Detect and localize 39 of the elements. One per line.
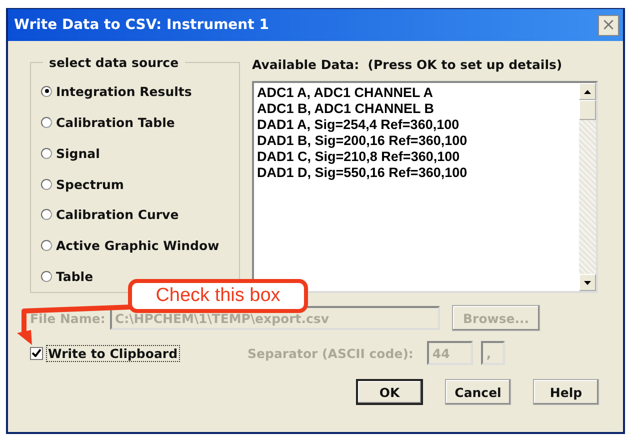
callout-label: Check this box	[128, 279, 308, 313]
radio-button[interactable]	[41, 178, 52, 190]
dialog-button[interactable]: Help	[533, 379, 599, 405]
scroll-thumb[interactable]	[579, 100, 596, 120]
scroll-down-button[interactable]	[579, 274, 596, 291]
radio-button[interactable]	[41, 240, 52, 252]
radio-label[interactable]: Signal	[56, 146, 100, 161]
list-item[interactable]: ADC1 A, ADC1 CHANNEL A	[257, 85, 576, 101]
list-item[interactable]: ADC1 B, ADC1 CHANNEL B	[257, 101, 576, 117]
radio-label[interactable]: Spectrum	[56, 176, 124, 192]
list-item[interactable]: DAD1 C, Sig=210,8 Ref=360,100	[257, 149, 576, 165]
radio-label[interactable]: Table	[56, 269, 94, 284]
up-arrow-icon	[584, 90, 591, 94]
available-data-label: Available Data: (Press OK to set up details)	[252, 57, 564, 72]
list-item[interactable]: DAD1 B, Sig=200,16 Ref=360,100	[257, 133, 576, 149]
radio-button[interactable]	[41, 116, 52, 128]
radio-label[interactable]: Active Graphic Window	[56, 238, 220, 254]
dialog-button[interactable]: OK	[356, 379, 423, 405]
separator-label: Separator (ASCII code):	[248, 346, 414, 360]
window-title: Write Data to CSV: Instrument 1	[14, 17, 269, 33]
radio-label[interactable]: Calibration Curve	[56, 207, 179, 222]
down-arrow-icon	[584, 280, 591, 284]
file-name-label: File Name:	[30, 310, 106, 326]
dialog-button[interactable]: Cancel	[445, 379, 511, 405]
checkbox[interactable]	[30, 346, 43, 360]
radio-button[interactable]	[41, 209, 52, 220]
close-button[interactable]: ×	[598, 14, 619, 36]
radio-label[interactable]: Calibration Table	[56, 114, 175, 130]
list-item[interactable]: DAD1 D, Sig=550,16 Ref=360,100	[257, 165, 576, 181]
radio-button[interactable]	[41, 148, 52, 159]
list-item[interactable]: DAD1 A, Sig=254,4 Ref=360,100	[257, 117, 576, 133]
scrollbar[interactable]	[579, 83, 596, 291]
radio-label[interactable]: Integration Results	[56, 84, 192, 99]
scroll-up-button[interactable]	[579, 83, 596, 100]
checkbox-label[interactable]: Write to Clipboard	[46, 344, 180, 362]
radio-button[interactable]	[41, 271, 52, 282]
group-title: select data source	[48, 55, 180, 70]
check-icon	[32, 349, 41, 357]
radio-button[interactable]	[41, 86, 52, 97]
